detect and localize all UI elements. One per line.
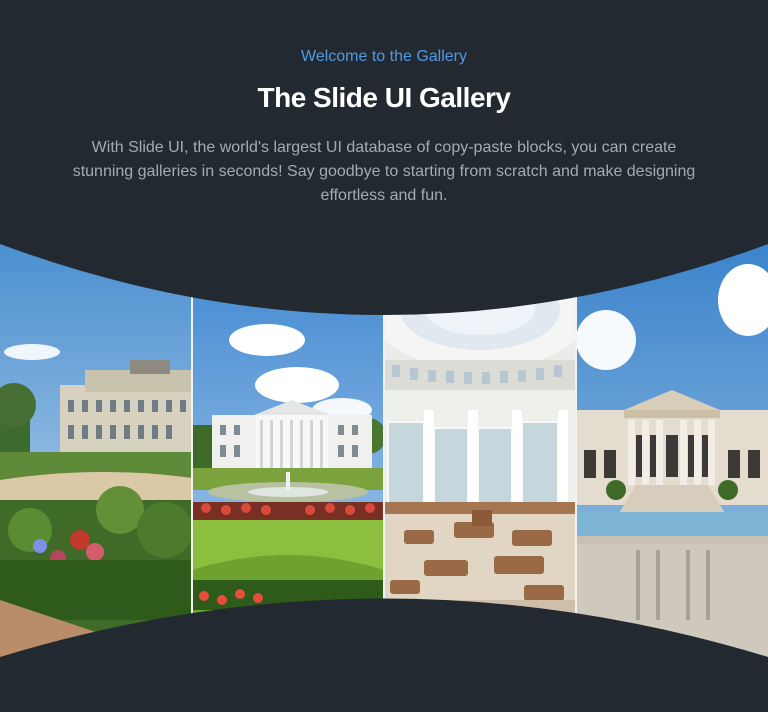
eyebrow-text: Welcome to the Gallery <box>301 48 467 65</box>
page-description: With Slide UI, the world's largest UI da… <box>72 139 696 204</box>
gallery-top-curve <box>0 236 768 315</box>
gallery-bottom-curve <box>0 598 768 712</box>
page-title: The Slide UI Gallery <box>257 82 511 113</box>
